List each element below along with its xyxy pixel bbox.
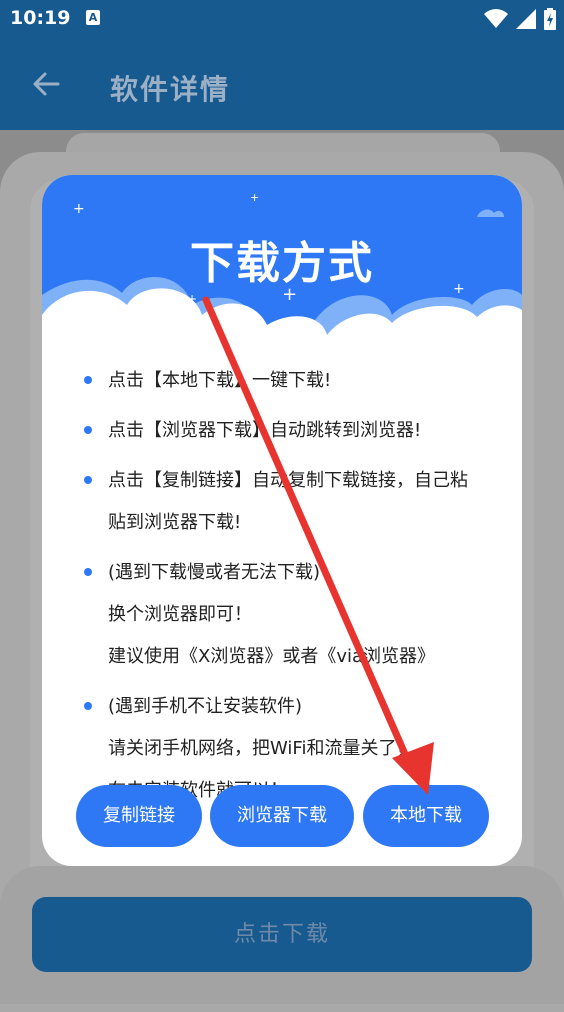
instruction-item: 点击【复制链接】自动复制下载链接，自己粘 贴到浏览器下载!: [82, 460, 502, 544]
instruction-text: 贴到浏览器下载!: [108, 512, 242, 533]
local-download-button[interactable]: 本地下载: [363, 785, 489, 847]
bottom-download-button[interactable]: 点击下载: [32, 897, 532, 972]
instruction-item: (遇到下载慢或者无法下载) 换个浏览器即可！ 建议使用《X浏览器》或者《via浏…: [82, 552, 502, 678]
instruction-text: 点击【本地下载】一键下载!: [108, 370, 332, 391]
download-method-dialog: + + + + + 下载方式 点击【本地下载】一键下载! 点击【浏览器下载】自动…: [42, 175, 522, 866]
page-title: 软件详情: [110, 73, 231, 106]
svg-text:+: +: [250, 191, 259, 204]
bullet-dot: [84, 376, 92, 384]
instruction-item: 点击【本地下载】一键下载!: [82, 360, 502, 402]
instruction-text: (遇到下载慢或者无法下载): [108, 562, 321, 583]
instruction-list: 点击【本地下载】一键下载! 点击【浏览器下载】自动跳转到浏览器! 点击【复制链接…: [82, 360, 502, 820]
status-bar: 10:19 A: [0, 0, 564, 38]
browser-download-button[interactable]: 浏览器下载: [210, 785, 354, 847]
bullet-dot: [84, 568, 92, 576]
dialog-title: 下载方式: [190, 238, 374, 289]
instruction-text: 请关闭手机网络，把WiFi和流量关了，: [108, 738, 415, 759]
status-time: 10:19: [10, 7, 71, 29]
battery-icon: [544, 8, 556, 30]
instruction-text: 换个浏览器即可！: [108, 604, 252, 625]
back-arrow-icon[interactable]: [30, 70, 62, 98]
app-bar: 软件详情: [0, 38, 564, 130]
bullet-dot: [84, 426, 92, 434]
bullet-dot: [84, 476, 92, 484]
instruction-text: 点击【浏览器下载】自动跳转到浏览器!: [108, 420, 422, 441]
status-icons: [484, 8, 556, 30]
svg-text:+: +: [187, 292, 197, 306]
svg-text:+: +: [73, 201, 85, 217]
notification-icon: A: [86, 10, 100, 25]
instruction-text: 建议使用《X浏览器》或者《via浏览器》: [108, 646, 436, 667]
wifi-icon: [484, 9, 508, 28]
bullet-dot: [84, 702, 92, 710]
instruction-item: 点击【浏览器下载】自动跳转到浏览器!: [82, 410, 502, 452]
instruction-text: 点击【复制链接】自动复制下载链接，自己粘: [108, 470, 468, 491]
instruction-text: (遇到手机不让安装软件): [108, 696, 303, 717]
copy-link-button[interactable]: 复制链接: [76, 785, 202, 847]
signal-icon: [516, 9, 536, 29]
